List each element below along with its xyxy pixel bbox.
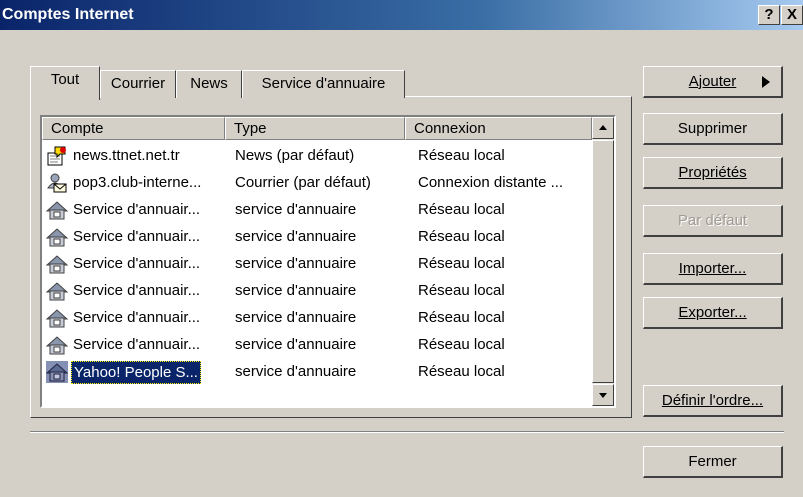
close-button[interactable]: X — [781, 5, 803, 25]
list-item[interactable]: Service d'annuair... service d'annuaire … — [42, 332, 592, 359]
title-bar: Comptes Internet ? X — [0, 0, 803, 30]
set-order-button[interactable]: Définir l'ordre... — [643, 385, 783, 417]
export-button[interactable]: Exporter... — [643, 297, 783, 329]
add-button[interactable]: Ajouter — [643, 66, 783, 98]
directory-service-icon — [46, 228, 68, 247]
list-item[interactable]: Service d'annuair... service d'annuaire … — [42, 278, 592, 305]
directory-service-icon — [46, 282, 68, 301]
mail-account-icon — [47, 173, 67, 193]
triangle-right-icon — [762, 76, 770, 88]
tab-courrier[interactable]: Courrier — [100, 70, 176, 98]
import-button[interactable]: Importer... — [643, 253, 783, 285]
separator — [30, 431, 784, 433]
accounts-list[interactable]: Compte Type Connexion news.ttnet.net.tr … — [40, 115, 616, 408]
directory-service-icon — [46, 255, 68, 274]
scroll-thumb[interactable] — [592, 140, 614, 383]
set-default-button[interactable]: Par défaut — [643, 205, 783, 237]
scroll-up-button[interactable] — [592, 117, 614, 139]
column-header-compte[interactable]: Compte — [42, 117, 225, 140]
list-item[interactable]: Service d'annuair... service d'annuaire … — [42, 197, 592, 224]
news-account-icon — [47, 146, 66, 166]
directory-service-icon — [46, 336, 68, 355]
directory-service-icon — [46, 309, 68, 328]
delete-button[interactable]: Supprimer — [643, 113, 783, 145]
list-item[interactable]: Service d'annuair... service d'annuaire … — [42, 305, 592, 332]
column-header-type[interactable]: Type — [225, 117, 405, 140]
window-title: Comptes Internet — [2, 6, 134, 23]
tab-service-annuaire[interactable]: Service d'annuaire — [242, 70, 405, 98]
list-item[interactable]: news.ttnet.net.tr News (par défaut) Rése… — [42, 143, 592, 170]
arrow-up-icon — [599, 125, 607, 130]
directory-service-icon — [46, 201, 68, 220]
list-item[interactable]: Service d'annuair... service d'annuaire … — [42, 251, 592, 278]
properties-button[interactable]: Propriétés — [643, 157, 783, 189]
arrow-down-icon — [599, 393, 607, 398]
help-button[interactable]: ? — [758, 5, 780, 25]
tab-tout[interactable]: Tout — [30, 66, 100, 100]
tab-news[interactable]: News — [176, 70, 242, 98]
list-item[interactable]: pop3.club-interne... Courrier (par défau… — [42, 170, 592, 197]
vertical-scrollbar[interactable] — [592, 117, 614, 406]
list-item[interactable]: Service d'annuair... service d'annuaire … — [42, 224, 592, 251]
list-item-selected[interactable]: Yahoo! People S... service d'annuaire Ré… — [42, 359, 592, 386]
column-header-connexion[interactable]: Connexion — [405, 117, 592, 140]
close-dialog-button[interactable]: Fermer — [643, 446, 783, 478]
scroll-down-button[interactable] — [592, 384, 614, 406]
directory-service-icon — [46, 361, 68, 383]
